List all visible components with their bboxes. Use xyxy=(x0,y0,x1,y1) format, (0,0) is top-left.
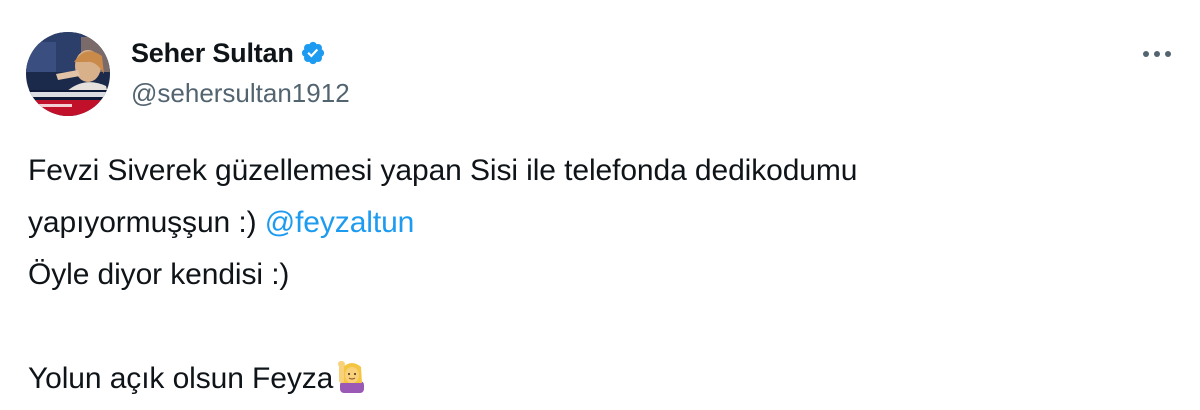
tweet-line-5: Yolun açık olsun Feyza xyxy=(28,353,1170,405)
display-name[interactable]: Seher Sultan xyxy=(131,38,294,69)
name-row: Seher Sultan xyxy=(131,30,350,76)
verified-badge-icon[interactable] xyxy=(300,40,326,66)
person-raising-hand-emoji-icon xyxy=(337,358,367,393)
tweet-header: Seher Sultan @sehersultan1912 xyxy=(26,30,1180,120)
tweet-line-2-text: yapıyormuşşun :) xyxy=(28,206,265,239)
tweet-line-3: Öyle diyor kendisi :) xyxy=(28,258,290,291)
tweet-line-1: Fevzi Siverek güzellemesi yapan Sisi ile… xyxy=(28,154,858,187)
tweet-line-2: yapıyormuşşun :) @feyzaltun xyxy=(28,197,1170,249)
tweet-text: Fevzi Siverek güzellemesi yapan Sisi ile… xyxy=(28,145,1170,405)
tweet-card: Seher Sultan @sehersultan1912 Fevzi Sive… xyxy=(0,0,1200,410)
tweet-line-5-text: Yolun açık olsun Feyza xyxy=(28,362,334,395)
more-horizontal-icon xyxy=(1143,51,1171,57)
avatar-image xyxy=(26,32,110,116)
avatar[interactable] xyxy=(26,32,110,116)
author-info: Seher Sultan @sehersultan1912 xyxy=(131,30,350,110)
more-options-button[interactable] xyxy=(1140,42,1174,66)
mention-link[interactable]: @feyzaltun xyxy=(265,206,415,239)
author-handle[interactable]: @sehersultan1912 xyxy=(131,76,350,110)
